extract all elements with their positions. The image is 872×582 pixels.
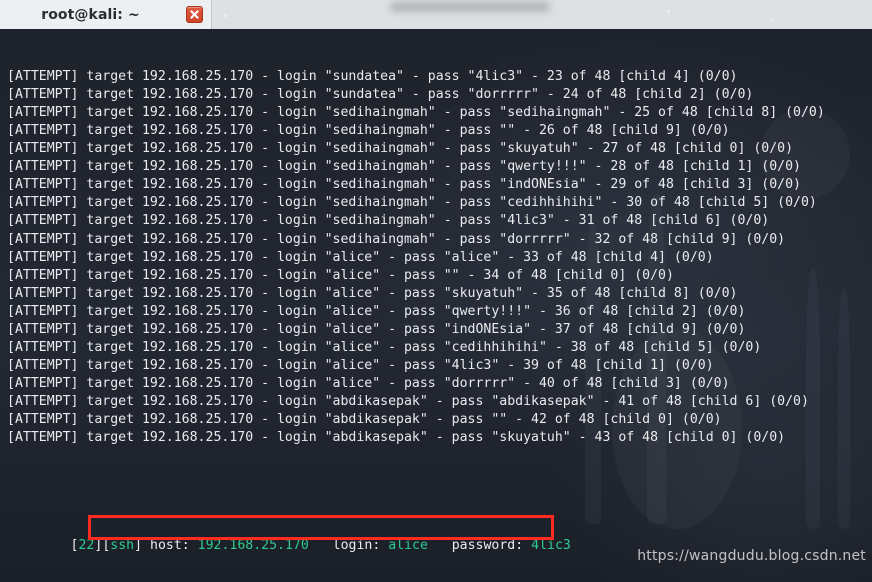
line-tag: [ATTEMPT]	[7, 285, 79, 301]
line-body: target 192.168.25.170 - login "abdikasep…	[78, 411, 722, 427]
line-tag: [ATTEMPT]	[7, 105, 79, 121]
watermark: https://wangdudu.blog.csdn.net	[637, 548, 866, 564]
terminal-line: [ATTEMPT] target 192.168.25.170 - login …	[7, 303, 872, 321]
line-body: target 192.168.25.170 - login "sundatea"…	[78, 87, 754, 103]
terminal-line: [ATTEMPT] target 192.168.25.170 - login …	[7, 411, 872, 429]
terminal-line: [ATTEMPT] target 192.168.25.170 - login …	[7, 231, 872, 249]
line-body: target 192.168.25.170 - login "sedihaing…	[78, 123, 730, 139]
terminal-line: [ATTEMPT] target 192.168.25.170 - login …	[7, 339, 872, 357]
line-tag: [ATTEMPT]	[7, 177, 79, 193]
line-tag: [ATTEMPT]	[7, 213, 79, 229]
terminal-line: [ATTEMPT] target 192.168.25.170 - login …	[7, 86, 872, 104]
terminal-line: [ATTEMPT] target 192.168.25.170 - login …	[7, 429, 872, 447]
line-tag: [ATTEMPT]	[7, 357, 79, 373]
terminal-line: [ATTEMPT] target 192.168.25.170 - login …	[7, 393, 872, 411]
line-tag: [ATTEMPT]	[7, 321, 79, 337]
terminal-line: [ATTEMPT] target 192.168.25.170 - login …	[7, 104, 872, 122]
terminal-line: [ATTEMPT] target 192.168.25.170 - login …	[7, 176, 872, 194]
terminal-line: [ATTEMPT] target 192.168.25.170 - login …	[7, 375, 872, 393]
titlebar-empty-area	[212, 0, 872, 29]
terminal-line: [ATTEMPT] target 192.168.25.170 - login …	[7, 212, 872, 230]
line-tag: [ATTEMPT]	[7, 430, 79, 446]
line-tag: [ATTEMPT]	[7, 411, 79, 427]
host-label: host:	[150, 538, 198, 554]
line-body: target 192.168.25.170 - login "abdikasep…	[78, 393, 809, 409]
line-tag: [ATTEMPT]	[7, 267, 79, 283]
terminal-line: [ATTEMPT] target 192.168.25.170 - login …	[7, 357, 872, 375]
line-body: target 192.168.25.170 - login "sedihaing…	[78, 141, 794, 157]
line-body: target 192.168.25.170 - login "sedihaing…	[78, 105, 825, 121]
line-body: target 192.168.25.170 - login "sedihaing…	[78, 231, 786, 247]
line-tag: [ATTEMPT]	[7, 159, 79, 175]
line-body: target 192.168.25.170 - login "sedihaing…	[78, 213, 770, 229]
line-tag: [ATTEMPT]	[7, 141, 79, 157]
line-body: target 192.168.25.170 - login "sedihaing…	[78, 177, 801, 193]
line-body: target 192.168.25.170 - login "alice" - …	[78, 303, 746, 319]
line-body: target 192.168.25.170 - login "alice" - …	[78, 321, 746, 337]
terminal-line: [ATTEMPT] target 192.168.25.170 - login …	[7, 321, 872, 339]
ssh-port-value: 22	[78, 538, 95, 554]
line-tag: [ATTEMPT]	[7, 69, 79, 85]
line-tag: [ATTEMPT]	[7, 123, 79, 139]
bracket-close-2: ]	[134, 538, 150, 554]
spacer-1	[309, 538, 333, 553]
line-body: target 192.168.25.170 - login "alice" - …	[78, 339, 762, 355]
password-value: 4lic3	[531, 538, 571, 554]
attempt-lines-before-hit: [ATTEMPT] target 192.168.25.170 - login …	[7, 68, 872, 447]
line-body: target 192.168.25.170 - login "alice" - …	[78, 357, 714, 373]
line-tag: [ATTEMPT]	[7, 231, 79, 247]
terminal-window: root@kali: ~ [ATTEMPT] target 192.168.25…	[0, 0, 872, 582]
line-body: target 192.168.25.170 - login "alice" - …	[78, 285, 738, 301]
blurred-region	[390, 2, 550, 12]
terminal-output-pane[interactable]: [ATTEMPT] target 192.168.25.170 - login …	[0, 29, 872, 582]
line-body: target 192.168.25.170 - login "sundatea"…	[78, 69, 738, 85]
line-tag: [ATTEMPT]	[7, 393, 79, 409]
terminal-tab[interactable]: root@kali: ~	[0, 0, 212, 29]
line-body: target 192.168.25.170 - login "alice" - …	[78, 249, 714, 265]
terminal-line: [ATTEMPT] target 192.168.25.170 - login …	[7, 285, 872, 303]
line-tag: [ATTEMPT]	[7, 249, 79, 265]
terminal-line: [ATTEMPT] target 192.168.25.170 - login …	[7, 267, 872, 285]
host-value: 192.168.25.170	[197, 538, 309, 554]
line-tag: [ATTEMPT]	[7, 339, 79, 355]
login-label: login:	[332, 538, 389, 554]
terminal-line: [ATTEMPT] target 192.168.25.170 - login …	[7, 122, 872, 140]
line-tag: [ATTEMPT]	[7, 303, 79, 319]
terminal-tab-label: root@kali: ~	[41, 6, 140, 23]
line-body: target 192.168.25.170 - login "sedihaing…	[78, 159, 801, 175]
line-body: target 192.168.25.170 - login "abdikasep…	[78, 430, 786, 446]
valid-credential-line: [22][ssh] host: 192.168.25.170 login: al…	[7, 515, 872, 553]
terminal-text: [ATTEMPT] target 192.168.25.170 - login …	[7, 32, 872, 582]
line-body: target 192.168.25.170 - login "alice" - …	[78, 267, 674, 283]
line-tag: [ATTEMPT]	[7, 195, 79, 211]
terminal-line: [ATTEMPT] target 192.168.25.170 - login …	[7, 140, 872, 158]
close-icon[interactable]	[186, 6, 203, 23]
terminal-line: [ATTEMPT] target 192.168.25.170 - login …	[7, 158, 872, 176]
line-body: target 192.168.25.170 - login "alice" - …	[78, 375, 730, 391]
login-value: alice	[388, 538, 428, 554]
terminal-line: [ATTEMPT] target 192.168.25.170 - login …	[7, 68, 872, 86]
password-label: password:	[451, 538, 532, 554]
line-tag: [ATTEMPT]	[7, 87, 79, 103]
terminal-line: [ATTEMPT] target 192.168.25.170 - login …	[7, 249, 872, 267]
terminal-line: [ATTEMPT] target 192.168.25.170 - login …	[7, 194, 872, 212]
line-body: target 192.168.25.170 - login "sedihaing…	[78, 195, 817, 211]
ssh-service-value: ssh	[110, 538, 135, 554]
window-titlebar: root@kali: ~	[0, 0, 872, 29]
spacer-2	[428, 538, 452, 553]
line-tag: [ATTEMPT]	[7, 375, 79, 391]
highlight-box	[88, 515, 554, 541]
